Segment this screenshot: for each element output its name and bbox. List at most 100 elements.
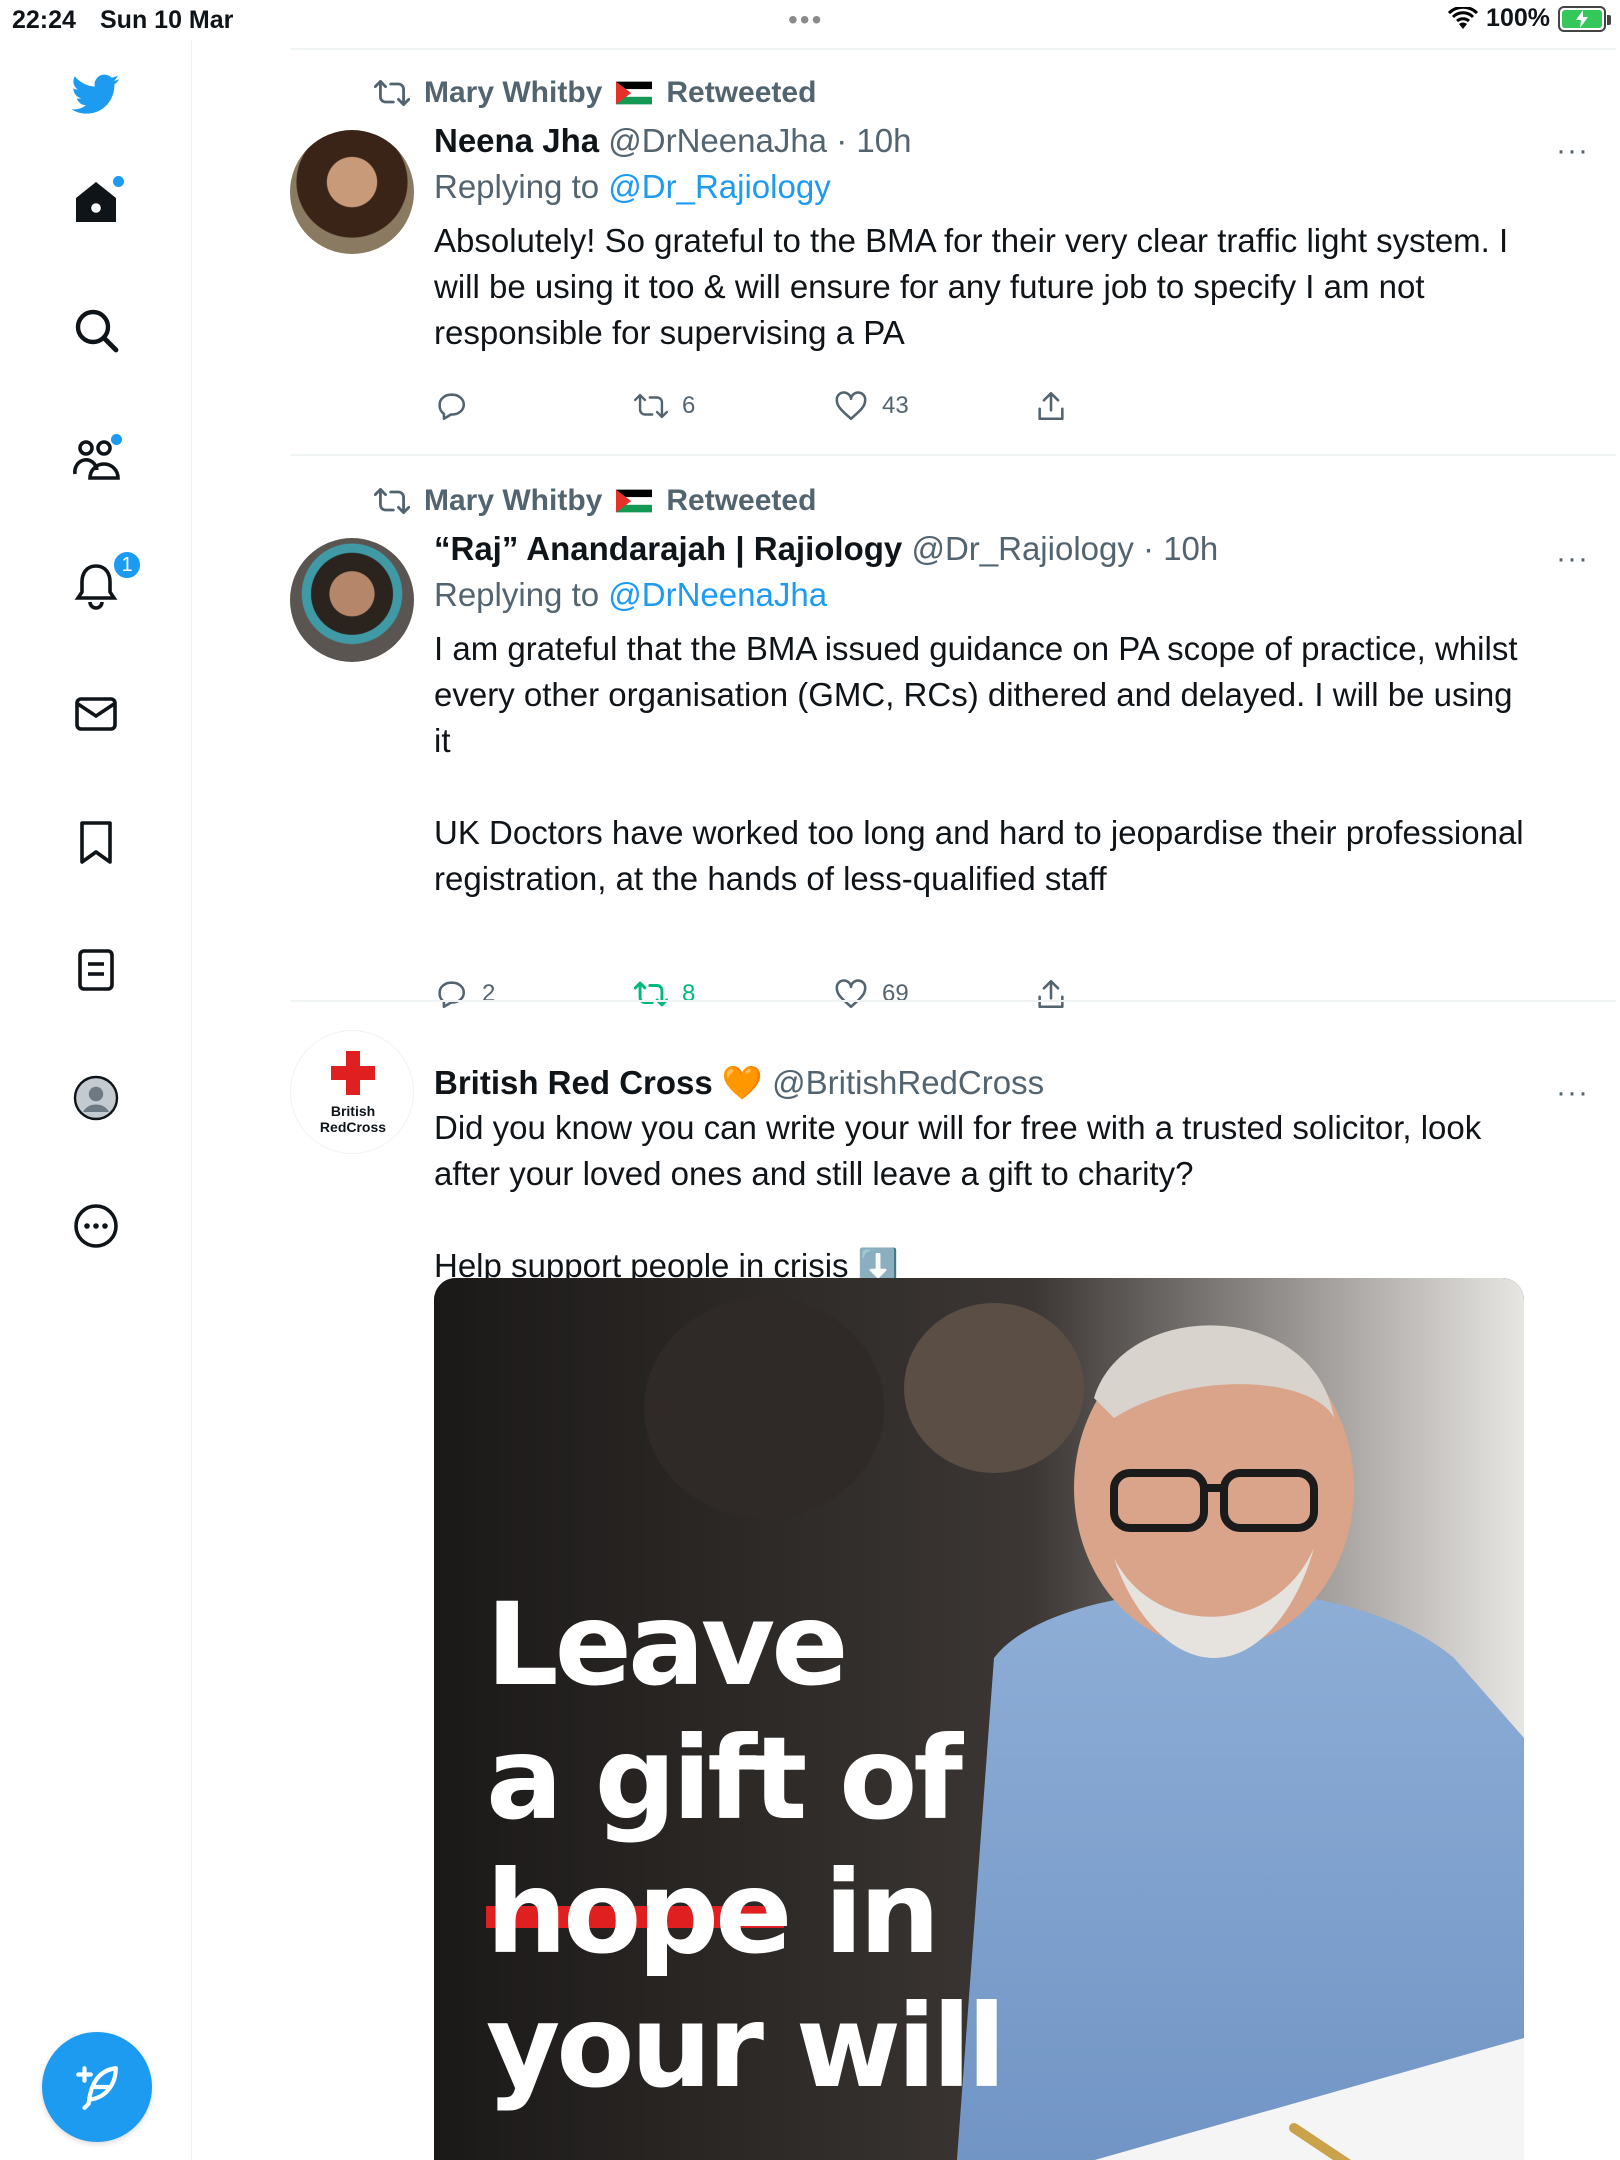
share-button[interactable] xyxy=(1034,386,1234,426)
retweet-icon xyxy=(374,80,410,106)
wifi-icon xyxy=(1448,6,1479,29)
multitasking-dots[interactable]: ••• xyxy=(788,4,823,36)
replying-to: Replying to @DrNeenaJha xyxy=(434,576,1524,614)
author-handle[interactable]: @Dr_Rajiology xyxy=(911,530,1133,567)
heart-icon xyxy=(835,391,867,421)
promo-line: your will xyxy=(486,1980,1006,2113)
sidebar-item-bookmarks[interactable] xyxy=(64,810,128,874)
replying-label: Replying to xyxy=(434,168,600,205)
retweet-context: Mary Whitby Retweeted xyxy=(374,76,816,110)
tweet-text: Absolutely! So grateful to the BMA for t… xyxy=(434,222,1518,351)
like-count: 69 xyxy=(882,980,909,1007)
sidebar-item-communities[interactable] xyxy=(64,426,128,490)
tweet-text: Did you know you can write your will for… xyxy=(434,1109,1482,1284)
heart-icon xyxy=(835,979,867,1009)
author-name[interactable]: Neena Jha xyxy=(434,122,599,159)
palestine-flag-icon xyxy=(616,81,653,105)
like-button[interactable]: 43 xyxy=(834,386,1034,426)
tweet-content: British Red Cross 🧡 @BritishRedCross Did… xyxy=(434,1064,1524,1289)
tweet-time: · 10h xyxy=(836,122,912,159)
retweet-icon xyxy=(634,981,668,1007)
promo-line: Leave xyxy=(486,1578,849,1711)
retweeter-name[interactable]: Mary Whitby xyxy=(424,484,602,518)
red-cross-logo xyxy=(331,1051,375,1095)
tweet-divider xyxy=(290,1000,1616,1002)
tweet-time: · 10h xyxy=(1143,530,1219,567)
sidebar-item-lists[interactable] xyxy=(64,938,128,1002)
retweet-button[interactable]: 6 xyxy=(634,386,834,426)
reply-mention[interactable]: @DrNeenaJha xyxy=(608,576,827,613)
reply-count: 2 xyxy=(482,980,496,1007)
sidebar-item-notifications[interactable]: 1 xyxy=(64,550,142,618)
tweet-header: “Raj” Anandarajah | Rajiology @Dr_Rajiol… xyxy=(434,530,1524,568)
status-right: 100% xyxy=(1448,4,1611,33)
tweet-header: British Red Cross 🧡 @BritishRedCross xyxy=(434,1064,1524,1103)
retweeter-name[interactable]: Mary Whitby xyxy=(424,76,602,110)
palestine-flag-icon xyxy=(616,489,653,513)
tweet-more-button[interactable]: ··· xyxy=(1556,134,1596,167)
avatar-text: British RedCross xyxy=(319,1103,387,1135)
reply-mention[interactable]: @Dr_Rajiology xyxy=(608,168,830,205)
promo-headline: Leave a gift of hope in your will xyxy=(486,1578,1006,2114)
reply-button[interactable]: 2 xyxy=(434,974,634,1014)
compose-tweet-icon xyxy=(76,2066,118,2110)
retweet-count: 6 xyxy=(682,392,696,419)
sidebar-item-home[interactable] xyxy=(64,170,128,234)
lists-icon xyxy=(78,949,114,991)
promo-line: a gift of xyxy=(486,1712,963,1845)
status-time: 22:24 xyxy=(12,6,76,34)
promo-image[interactable]: Leave a gift of hope in your will xyxy=(434,1278,1524,2160)
search-icon xyxy=(75,309,119,353)
reply-button[interactable] xyxy=(434,386,634,426)
share-icon xyxy=(1038,979,1064,1009)
charging-bolt-icon xyxy=(1576,9,1588,28)
home-unread-dot xyxy=(113,176,124,187)
reply-icon xyxy=(438,981,465,1009)
retweet-icon xyxy=(374,488,410,514)
sidebar-item-more[interactable] xyxy=(64,1194,128,1258)
author-handle[interactable]: @DrNeenaJha xyxy=(608,122,827,159)
tweet-divider xyxy=(290,454,1616,456)
like-button[interactable]: 69 xyxy=(834,974,1034,1014)
status-date: Sun 10 Mar xyxy=(100,6,234,34)
retweet-count: 8 xyxy=(682,980,696,1007)
sidebar-item-search[interactable] xyxy=(64,298,128,362)
reply-icon xyxy=(438,393,465,421)
avatar[interactable] xyxy=(290,538,414,662)
avatar[interactable]: British RedCross xyxy=(290,1030,414,1154)
tweet-actions: 2 8 69 xyxy=(434,974,1234,1014)
retweeted-label: Retweeted xyxy=(666,76,817,109)
notifications-badge: 1 xyxy=(112,550,142,580)
like-count: 43 xyxy=(882,392,909,419)
share-button[interactable] xyxy=(1034,974,1234,1014)
replying-label: Replying to xyxy=(434,576,600,613)
battery-icon xyxy=(1558,5,1611,32)
orange-heart-icon: 🧡 xyxy=(721,1064,763,1101)
retweet-button[interactable]: 8 xyxy=(634,974,834,1014)
tweet-more-button[interactable]: ··· xyxy=(1556,542,1596,575)
compose-tweet-button[interactable] xyxy=(42,2032,152,2142)
share-icon xyxy=(1038,391,1064,421)
avatar[interactable] xyxy=(290,130,414,254)
retweet-context: Mary Whitby Retweeted xyxy=(374,484,816,518)
author-handle[interactable]: @BritishRedCross xyxy=(772,1064,1044,1101)
home-icon xyxy=(76,182,116,222)
author-name[interactable]: “Raj” Anandarajah | Rajiology xyxy=(434,530,902,567)
promo-line: hope in xyxy=(486,1846,940,1979)
sidebar-item-profile[interactable] xyxy=(64,1066,128,1130)
sidebar-item-messages[interactable] xyxy=(64,682,128,746)
tweet-text: I am grateful that the BMA issued guidan… xyxy=(434,630,1524,897)
twitter-logo[interactable] xyxy=(64,62,128,126)
author-name[interactable]: British Red Cross xyxy=(434,1064,713,1101)
more-icon xyxy=(74,1204,118,1248)
sidebar-nav: 1 xyxy=(0,40,192,2160)
tweet-actions: 6 43 xyxy=(434,386,1234,426)
bookmarks-icon xyxy=(80,821,112,864)
tweet-more-button[interactable]: ··· xyxy=(1556,1076,1596,1109)
replying-to: Replying to @Dr_Rajiology xyxy=(434,168,1524,206)
feed-top-divider xyxy=(290,48,1616,50)
battery-percent: 100% xyxy=(1486,4,1550,32)
tweet-content: Neena Jha @DrNeenaJha · 10h Replying to … xyxy=(434,122,1524,356)
tweet-content: “Raj” Anandarajah | Rajiology @Dr_Rajiol… xyxy=(434,530,1524,902)
communities-unread-dot xyxy=(111,434,122,445)
